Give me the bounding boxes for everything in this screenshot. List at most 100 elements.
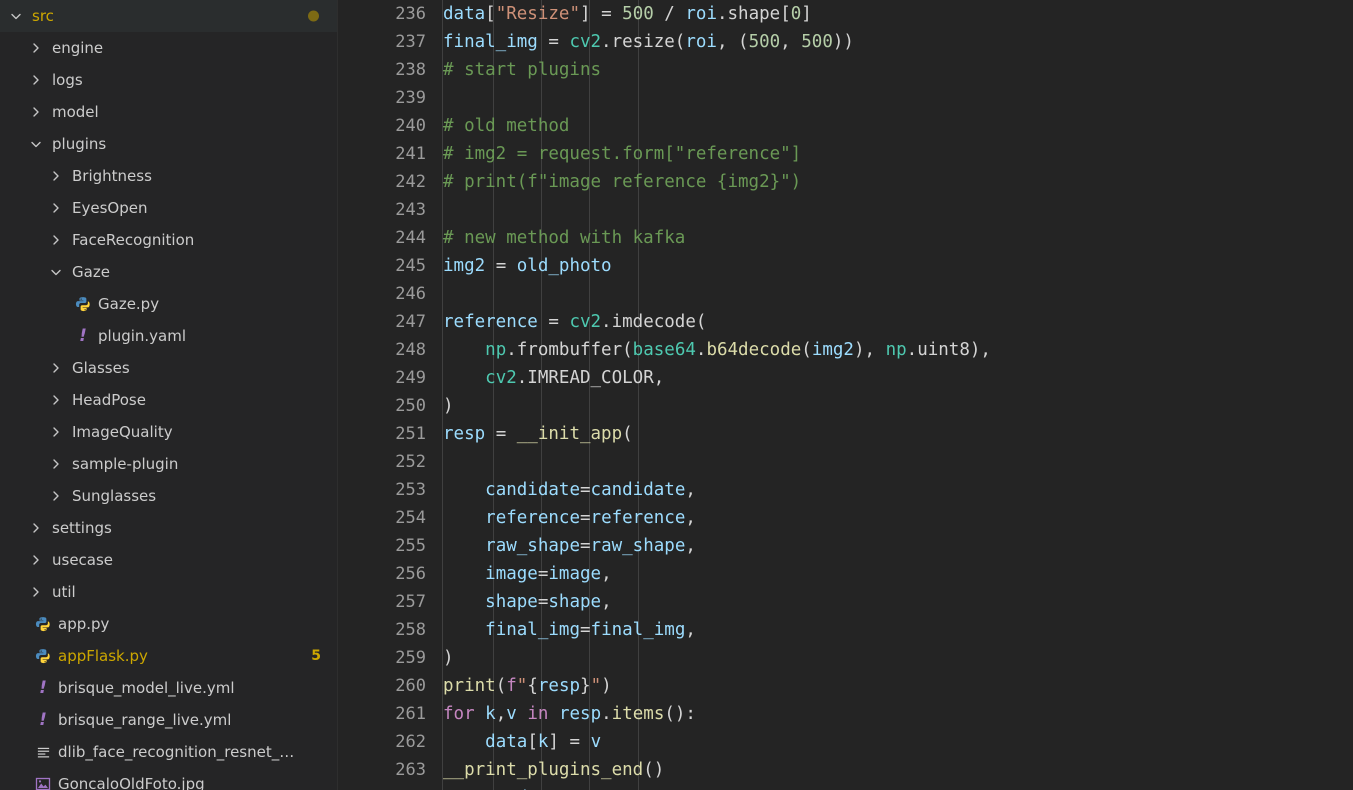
code-line[interactable]: # old method [338,112,1353,140]
code-line[interactable]: np.frombuffer(base64.b64decode(img2), np… [338,336,1353,364]
tree-folder-imagequality[interactable]: ImageQuality [0,416,337,448]
chevron-right-icon[interactable] [28,552,44,568]
code-line[interactable]: for k,v in resp.items(): [338,700,1353,728]
python-file-icon [74,295,92,313]
chevron-right-icon[interactable] [28,104,44,120]
code-line[interactable]: img2 = old_photo [338,252,1353,280]
chevron-right-icon[interactable] [48,168,64,184]
tree-item-label: HeadPose [72,391,146,409]
code-line[interactable] [338,448,1353,476]
tree-folder-settings[interactable]: settings [0,512,337,544]
code-token: resp [443,424,486,444]
code-line[interactable]: # img2 = request.form["reference"] [338,140,1353,168]
code-line[interactable]: candidate=candidate, [338,476,1353,504]
code-line[interactable]: # start plugins [338,56,1353,84]
code-line[interactable]: # new method with kafka [338,224,1353,252]
tree-item-label: brisque_model_live.yml [58,679,235,697]
code-line[interactable] [338,84,1353,112]
tree-folder-model[interactable]: model [0,96,337,128]
chevron-right-icon[interactable] [28,584,44,600]
code-line[interactable]: data["Resize"] = 500 / roi.shape[0] [338,0,1353,28]
tree-file-goncalooldfoto.jpg[interactable]: GoncaloOldFoto.jpg [0,768,337,790]
chevron-right-icon[interactable] [48,392,64,408]
code-token: = [485,256,517,276]
code-line[interactable]: # print(f"image reference {img2}") [338,168,1353,196]
code-token: cv2 [485,368,517,388]
code-line[interactable]: reference=reference, [338,504,1353,532]
tree-item-label: app.py [58,615,110,633]
code-line[interactable]: ) [338,644,1353,672]
tree-folder-plugins[interactable]: plugins [0,128,337,160]
tree-file-brisque-range-live.yml[interactable]: ! brisque_range_live.yml [0,704,337,736]
text-file-icon [34,743,52,761]
tree-item-label: brisque_range_live.yml [58,711,232,729]
tree-file-plugin.yaml[interactable]: ! plugin.yaml [0,320,337,352]
chevron-right-icon[interactable] [48,456,64,472]
code-line[interactable]: image=image, [338,560,1353,588]
code-line[interactable]: cv2.IMREAD_COLOR, [338,364,1353,392]
tree-folder-facerecognition[interactable]: FaceRecognition [0,224,337,256]
tree-folder-sunglasses[interactable]: Sunglasses [0,480,337,512]
chevron-right-icon[interactable] [48,488,64,504]
code-line[interactable]: raw_shape=raw_shape, [338,532,1353,560]
tree-folder-headpose[interactable]: HeadPose [0,384,337,416]
code-token: raw_shape [485,536,580,556]
code-token: resp [558,704,602,724]
tree-folder-sample-plugin[interactable]: sample-plugin [0,448,337,480]
code-token: print [443,676,496,696]
chevron-right-icon[interactable] [48,200,64,216]
code-line[interactable]: print(f"{resp}") [338,672,1353,700]
code-line[interactable]: shape=shape, [338,588,1353,616]
code-token: image [548,564,602,584]
code-token: , [495,704,507,724]
tree-folder-brightness[interactable]: Brightness [0,160,337,192]
code-editor[interactable]: 236 237 238 239 240 241 242 243 244 245 246 247 248 2… [337,0,1353,790]
code-token: (): [664,704,696,724]
code-line[interactable]: return data [338,784,1353,790]
tree-folder-gaze[interactable]: Gaze [0,256,337,288]
yaml-file-icon: ! [39,709,47,730]
tree-folder-src[interactable]: src [0,0,337,32]
chevron-right-icon[interactable] [48,232,64,248]
tree-file-dlib-face-recognition-resnet-[interactable]: dlib_face_recognition_resnet_… [0,736,337,768]
tree-file-gaze.py[interactable]: Gaze.py [0,288,337,320]
chevron-down-icon[interactable] [28,136,44,152]
code-line[interactable]: final_img=final_img, [338,616,1353,644]
tree-folder-usecase[interactable]: usecase [0,544,337,576]
tree-item-label: EyesOpen [72,199,148,217]
explorer-file-tree[interactable]: src engine logs model plugins Brightness EyesO… [0,0,337,790]
code-token: " [516,676,528,696]
code-line[interactable]: __print_plugins_end() [338,756,1353,784]
tree-item-label: settings [52,519,112,537]
chevron-right-icon[interactable] [28,72,44,88]
chevron-right-icon[interactable] [28,520,44,536]
code-line[interactable]: ) [338,392,1353,420]
code-content[interactable]: data["Resize"] = 500 / roi.shape[0] final… [338,0,1353,790]
code-token: # start plugins [443,60,602,80]
tree-folder-util[interactable]: util [0,576,337,608]
code-token: resp [537,676,581,696]
chevron-down-icon[interactable] [8,8,24,24]
code-line[interactable]: resp = __init_app( [338,420,1353,448]
chevron-right-icon[interactable] [48,360,64,376]
tree-folder-eyesopen[interactable]: EyesOpen [0,192,337,224]
chevron-right-icon[interactable] [48,424,64,440]
tree-file-appflask.py[interactable]: appFlask.py 5 [0,640,337,672]
code-token: .frombuffer( [506,340,633,360]
code-line[interactable]: data[k] = v [338,728,1353,756]
code-line[interactable]: final_img = cv2.resize(roi, (500, 500)) [338,28,1353,56]
tree-file-app.py[interactable]: app.py [0,608,337,640]
tree-item-label: FaceRecognition [72,231,195,249]
code-token: np [885,340,907,360]
tree-folder-glasses[interactable]: Glasses [0,352,337,384]
chevron-right-icon[interactable] [28,40,44,56]
tree-folder-engine[interactable]: engine [0,32,337,64]
tree-folder-logs[interactable]: logs [0,64,337,96]
chevron-down-icon[interactable] [48,264,64,280]
tree-file-brisque-model-live.yml[interactable]: ! brisque_model_live.yml [0,672,337,704]
code-token: = [537,592,549,612]
code-line[interactable]: reference = cv2.imdecode( [338,308,1353,336]
code-line[interactable] [338,196,1353,224]
code-line[interactable] [338,280,1353,308]
